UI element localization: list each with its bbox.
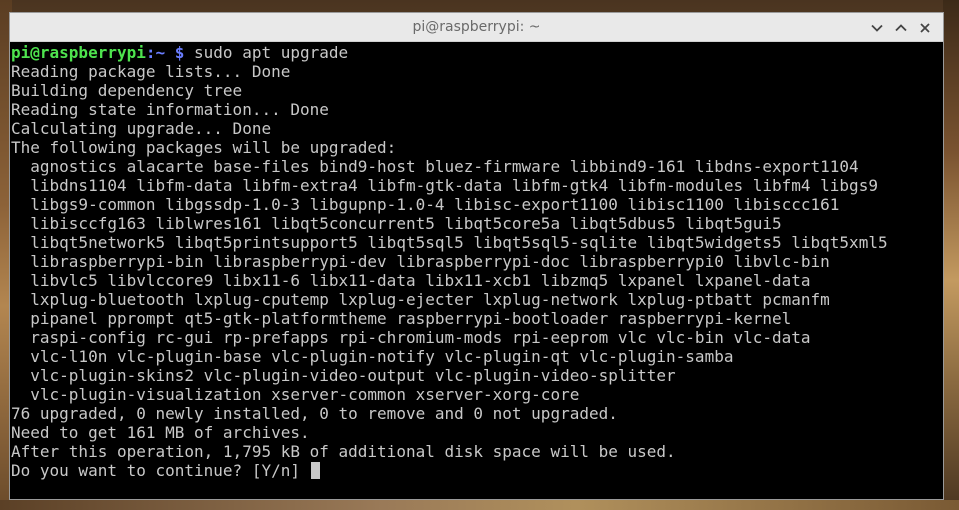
- output-line: raspi-config rc-gui rp-prefapps rpi-chro…: [11, 328, 811, 347]
- chevron-up-icon: [895, 23, 907, 32]
- output-line: Building dependency tree: [11, 81, 243, 100]
- window-controls: [865, 13, 937, 42]
- output-line: libraspberrypi-bin libraspberrypi-dev li…: [11, 252, 830, 271]
- output-line: 76 upgraded, 0 newly installed, 0 to rem…: [11, 404, 618, 423]
- output-line: libdns1104 libfm-data libfm-extra4 libfm…: [11, 176, 878, 195]
- window-title: pi@raspberrypi: ~: [412, 19, 541, 35]
- desktop-background-bottom: [0, 500, 959, 510]
- output-lines: Reading package lists... Done Building de…: [11, 62, 943, 461]
- output-line: libgs9-common libgssdp-1.0-3 libgupnp-1.…: [11, 195, 840, 214]
- output-line: agnostics alacarte base-files bind9-host…: [11, 157, 859, 176]
- close-button[interactable]: [913, 16, 937, 40]
- output-line: lxplug-bluetooth lxplug-cputemp lxplug-e…: [11, 290, 830, 309]
- terminal-output[interactable]: pi@raspberrypi:~ $ sudo apt upgrade Read…: [11, 43, 943, 499]
- output-line: vlc-l10n vlc-plugin-base vlc-plugin-noti…: [11, 347, 734, 366]
- close-icon: [920, 22, 930, 33]
- output-line: libqt5network5 libqt5printsupport5 libqt…: [11, 233, 888, 252]
- output-line: libvlc5 libvlccore9 libx11-6 libx11-data…: [11, 271, 811, 290]
- maximize-button[interactable]: [889, 16, 913, 40]
- title-bar[interactable]: pi@raspberrypi: ~: [10, 13, 943, 42]
- output-line: Need to get 161 MB of archives.: [11, 423, 310, 442]
- output-line: Calculating upgrade... Done: [11, 119, 272, 138]
- output-line: After this operation, 1,795 kB of additi…: [11, 442, 676, 461]
- output-line: The following packages will be upgraded:: [11, 138, 397, 157]
- output-line: Reading state information... Done: [11, 100, 329, 119]
- text-cursor: [310, 462, 320, 479]
- prompt-command: sudo apt upgrade: [184, 43, 349, 62]
- output-line: vlc-plugin-visualization xserver-common …: [11, 385, 580, 404]
- prompt-line: pi@raspberrypi:~ $ sudo apt upgrade: [11, 43, 943, 62]
- output-line: libisccfg163 liblwres161 libqt5concurren…: [11, 214, 782, 233]
- minimize-button[interactable]: [865, 16, 889, 40]
- output-line: Reading package lists... Done: [11, 62, 291, 81]
- desktop-background-right: [943, 0, 959, 510]
- output-line: pipanel pprompt qt5-gtk-platformtheme ra…: [11, 309, 792, 328]
- confirm-question: Do you want to continue? [Y/n]: [11, 461, 310, 480]
- confirm-line: Do you want to continue? [Y/n]: [11, 461, 943, 480]
- terminal-window[interactable]: pi@raspberrypi: ~ pi@raspberrypi:~ $ sud…: [9, 12, 944, 500]
- output-line: vlc-plugin-skins2 vlc-plugin-video-outpu…: [11, 366, 676, 385]
- prompt-path: :~ $: [145, 43, 185, 62]
- chevron-down-icon: [871, 24, 883, 32]
- prompt-user-host: pi@raspberrypi: [11, 43, 146, 62]
